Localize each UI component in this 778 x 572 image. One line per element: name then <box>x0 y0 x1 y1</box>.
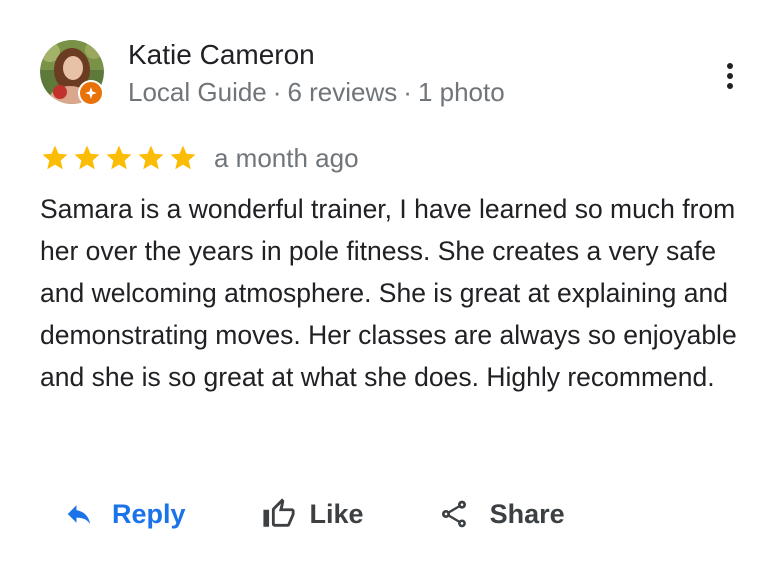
local-guide-star-icon <box>78 80 104 106</box>
review-date: a month ago <box>214 143 359 173</box>
star-rating <box>40 143 198 173</box>
reply-icon <box>67 505 91 524</box>
thumb-up-icon <box>262 498 295 527</box>
share-button[interactable]: Share <box>438 497 565 531</box>
review-text: Samara is a wonderful trainer, I have le… <box>40 194 737 392</box>
local-guide-label: Local Guide <box>128 77 267 107</box>
share-icon <box>441 500 466 528</box>
review-card: Katie Cameron Local Guide · 6 reviews · 1 ph… <box>0 0 778 572</box>
more-vert-icon[interactable] <box>716 58 744 94</box>
star-icon <box>106 145 132 170</box>
star-icon <box>170 145 196 170</box>
meta-separator: · <box>403 77 412 107</box>
reviewer-meta: Local Guide · 6 reviews · 1 photo <box>128 76 505 108</box>
like-button[interactable]: Like <box>262 497 364 531</box>
like-label: Like <box>309 499 364 529</box>
reply-label: Reply <box>112 499 186 529</box>
star-icon <box>74 145 100 170</box>
meta-separator: · <box>272 77 282 107</box>
reply-button[interactable]: Reply <box>64 497 186 531</box>
photo-count: 1 photo <box>417 77 505 107</box>
rating-row: a month ago <box>40 140 359 176</box>
star-icon <box>138 145 164 170</box>
reviewer-avatar[interactable] <box>40 40 104 106</box>
share-label: Share <box>489 499 565 529</box>
star-icon <box>42 145 68 170</box>
reviewer-name[interactable]: Katie Cameron <box>128 38 315 72</box>
review-actions: Reply Like Share <box>64 490 565 538</box>
review-count: 6 reviews <box>287 77 398 107</box>
